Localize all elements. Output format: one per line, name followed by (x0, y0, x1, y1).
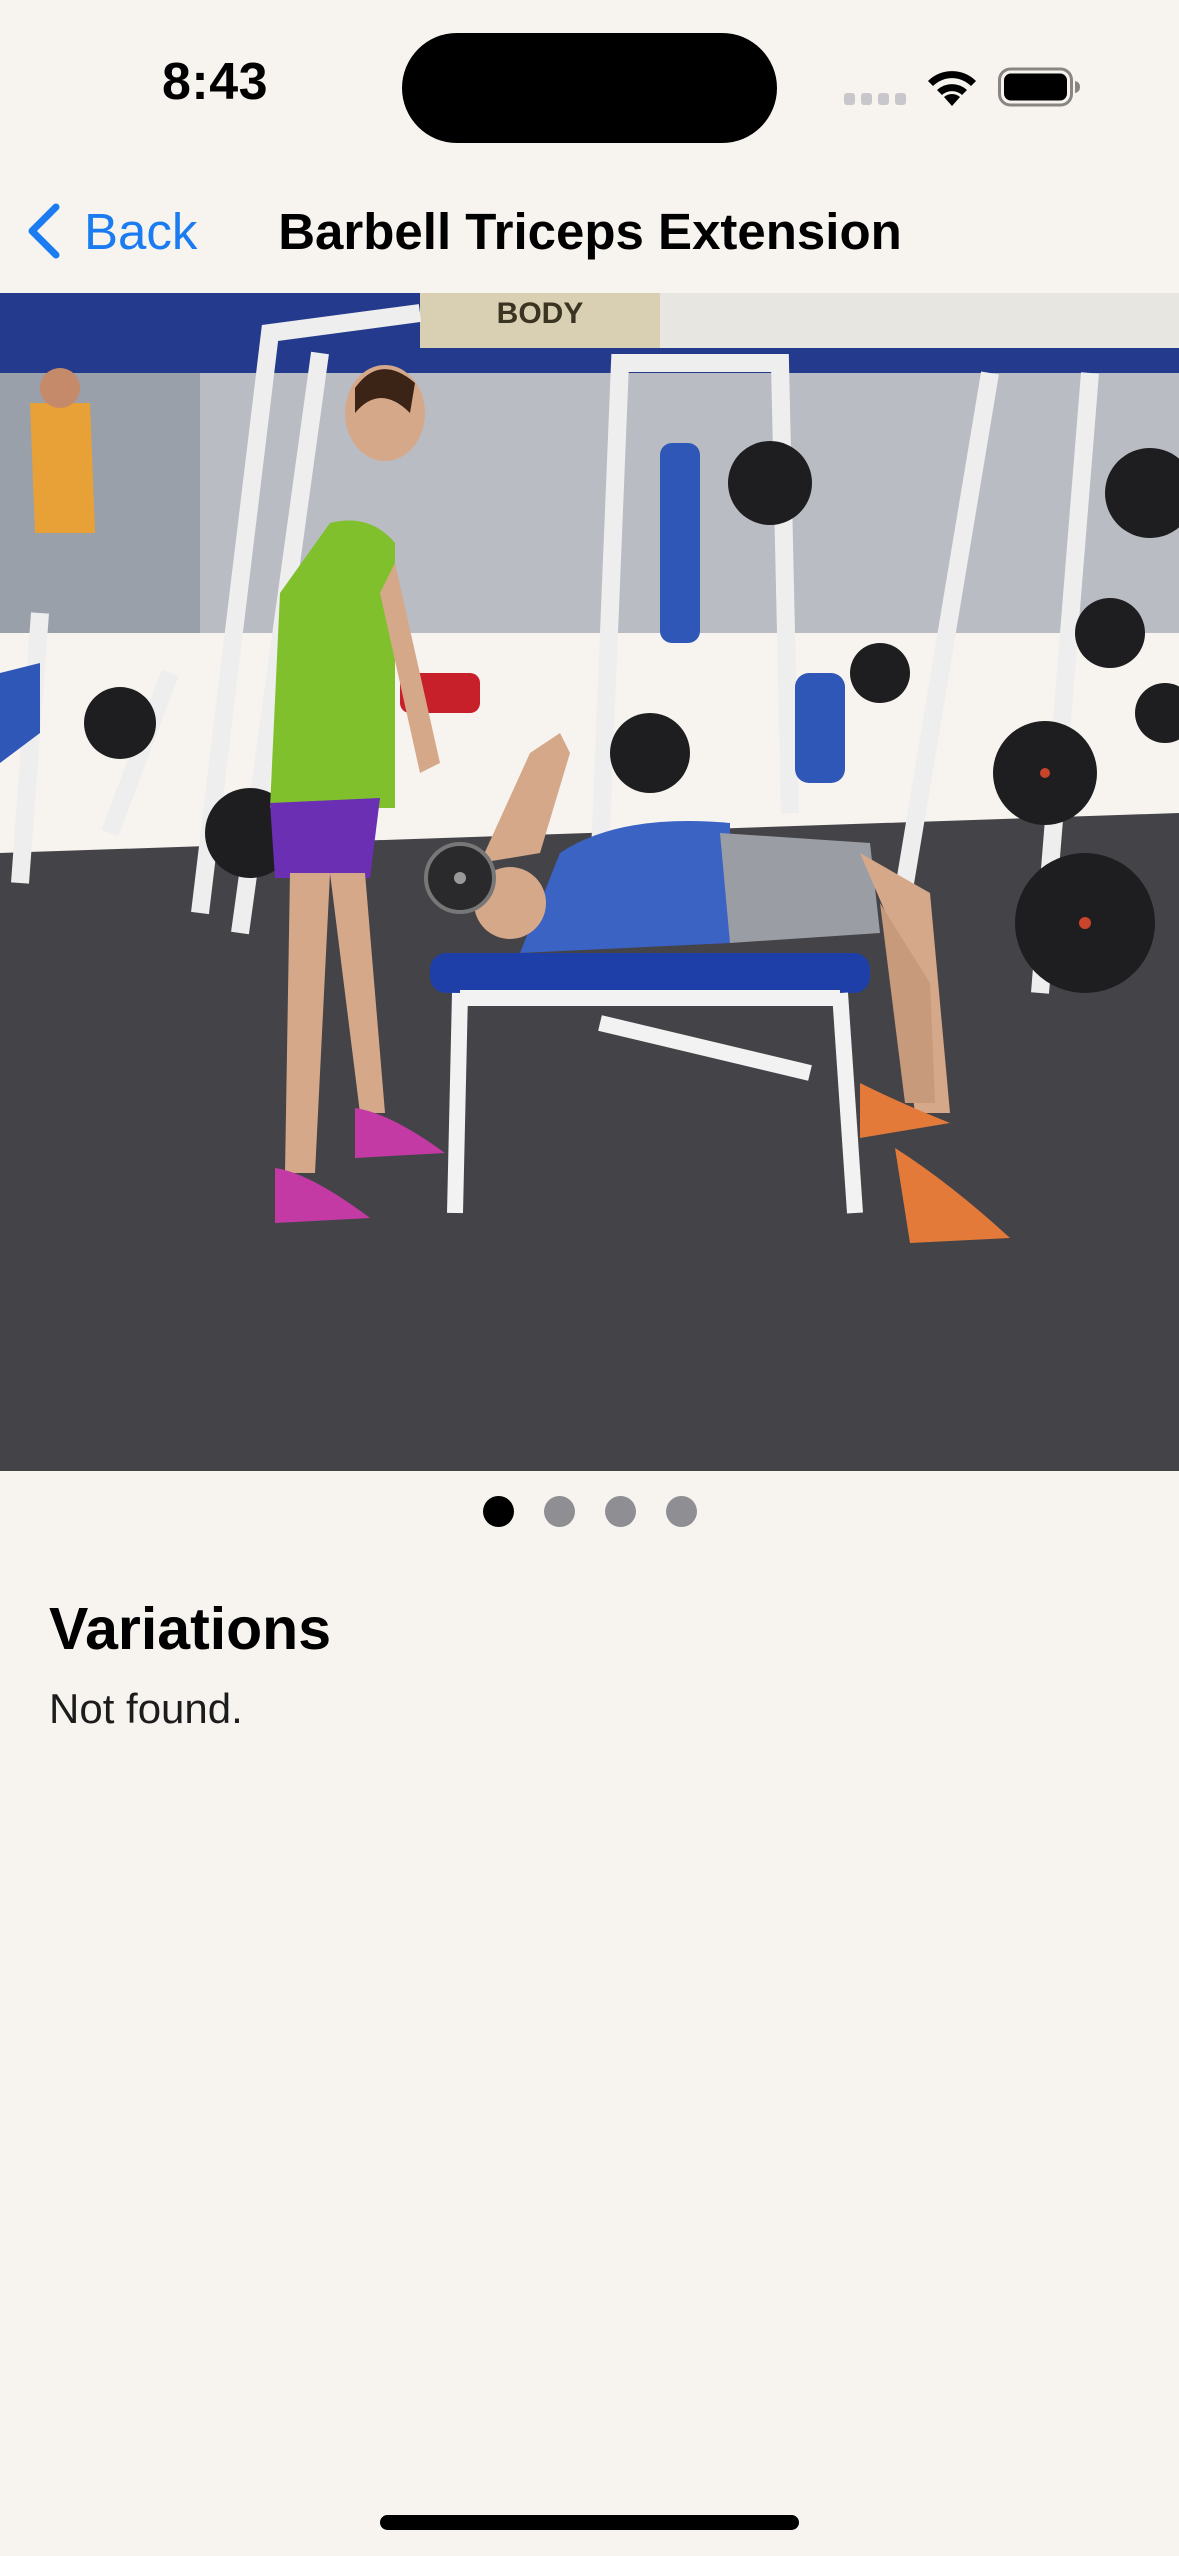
back-button[interactable]: Back (24, 196, 197, 266)
battery-icon (998, 67, 1080, 107)
navigation-bar: Back Barbell Triceps Extension (0, 170, 1179, 293)
variations-empty-text: Not found. (49, 1685, 243, 1732)
exercise-image-carousel[interactable]: BODY (0, 293, 1179, 1471)
chevron-left-icon (28, 203, 60, 259)
cellular-signal-icon (844, 93, 906, 105)
exercise-photo: BODY (0, 293, 1179, 1471)
status-time: 8:43 (161, 53, 269, 111)
wall-sign-text: BODY (497, 297, 584, 330)
dynamic-island (402, 33, 777, 143)
status-bar: 8:43 (0, 0, 1179, 170)
page-dot-3[interactable] (604, 1495, 636, 1527)
wifi-icon (928, 71, 976, 106)
carousel-page-indicator[interactable] (0, 1494, 1179, 1528)
variations-heading: Variations (49, 1596, 332, 1662)
page-dot-1[interactable] (482, 1495, 514, 1527)
page-dot-2[interactable] (543, 1495, 575, 1527)
back-label: Back (84, 202, 198, 260)
home-indicator[interactable] (380, 2515, 799, 2530)
page-dot-4[interactable] (665, 1495, 697, 1527)
page-title: Barbell Triceps Extension (278, 202, 902, 260)
